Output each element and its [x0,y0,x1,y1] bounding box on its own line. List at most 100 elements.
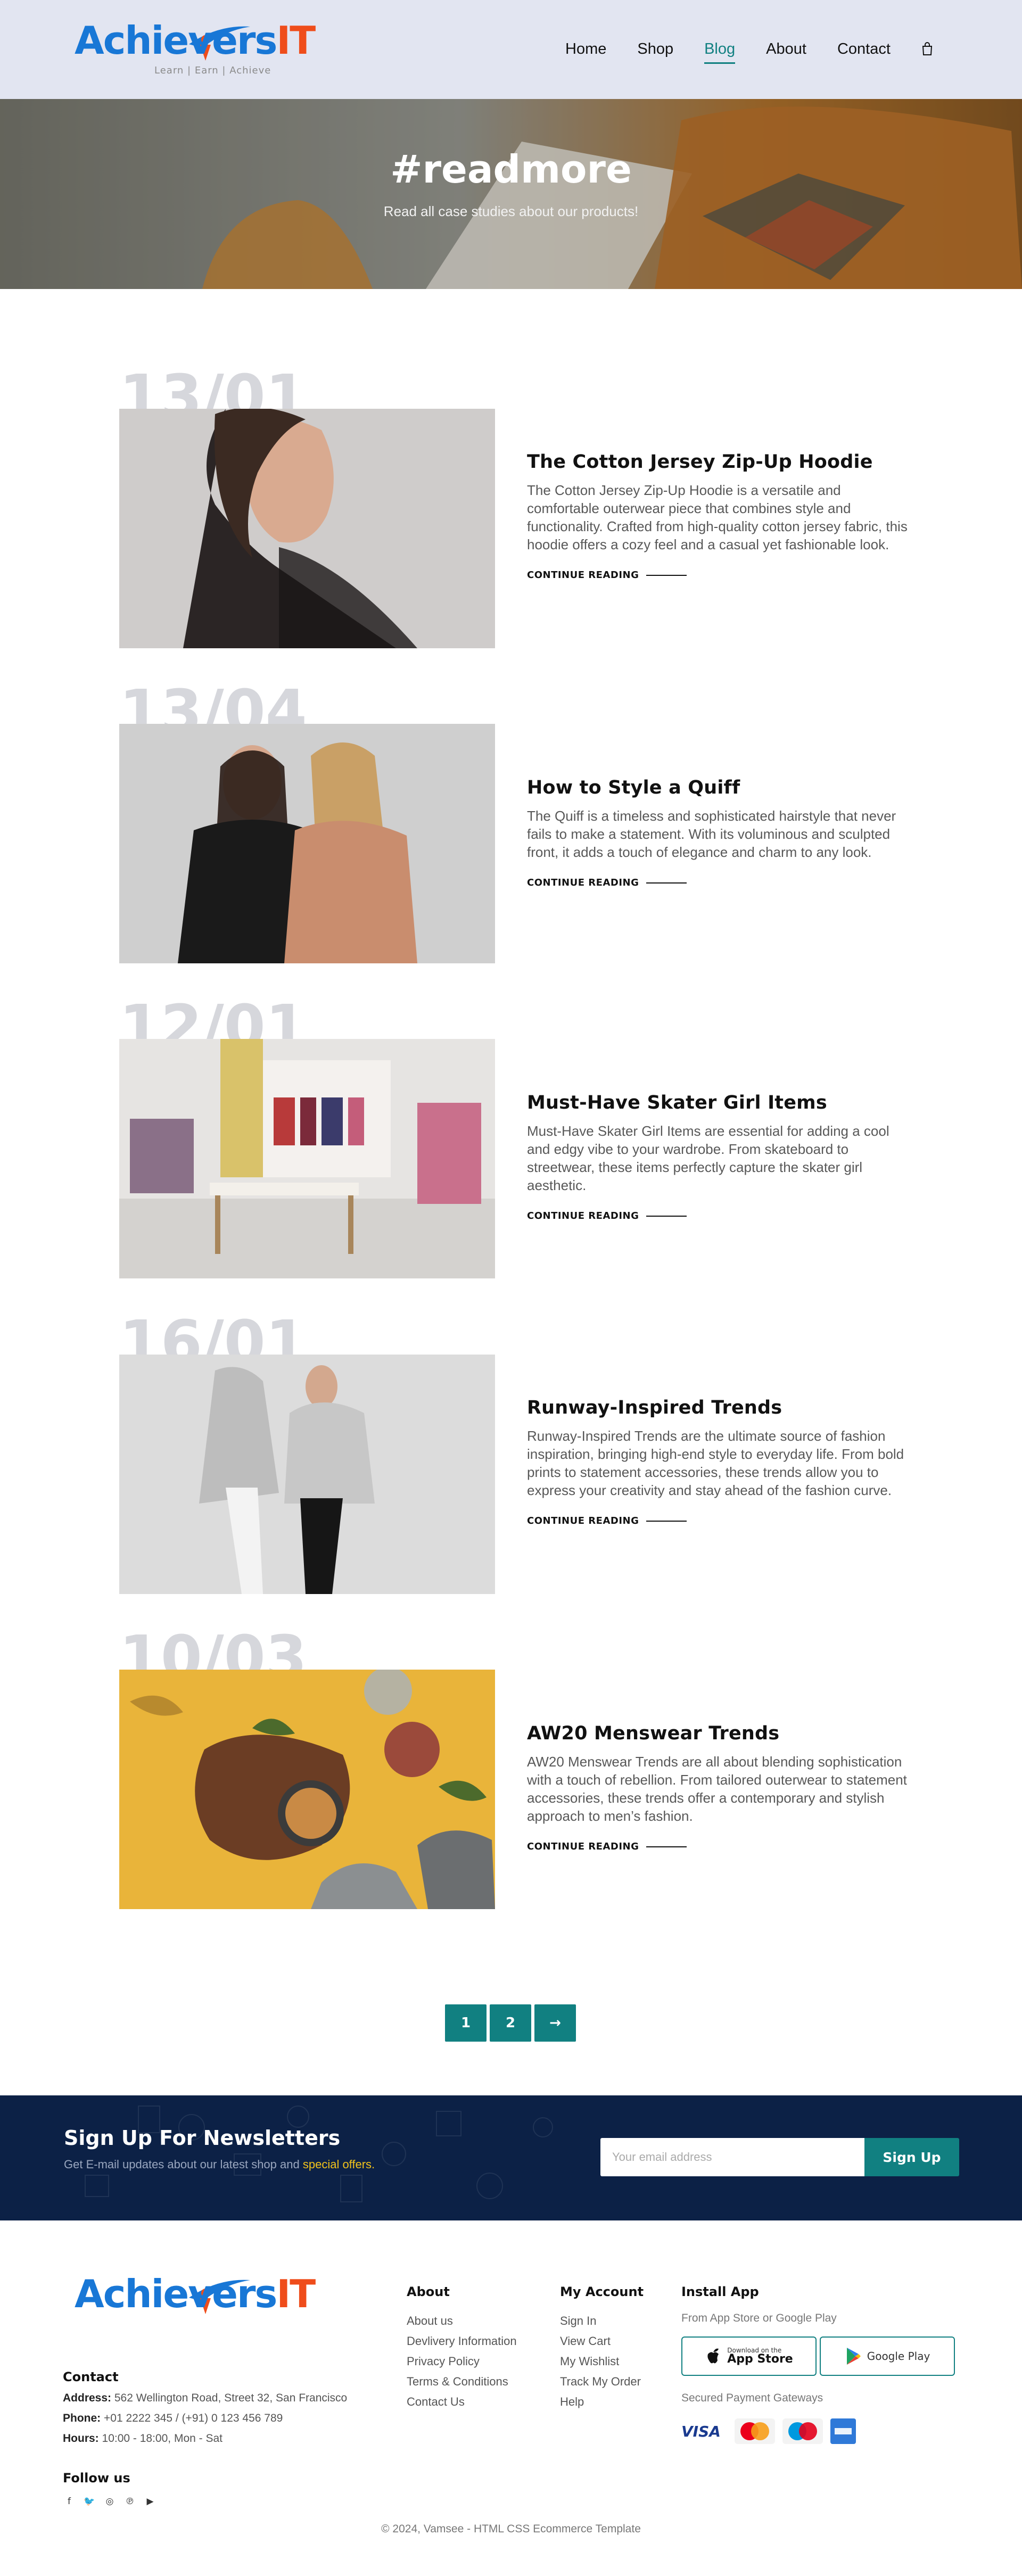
continue-reading-link[interactable]: CONTINUE READING [527,1210,910,1221]
copyright-text: © 2024, Vamsee - HTML CSS Ecommerce Temp… [381,2523,641,2535]
footer-link-about-us[interactable]: About us [407,2311,517,2331]
footer-link-track-order[interactable]: Track My Order [560,2372,644,2392]
footer-link-terms-conditions[interactable]: Terms & Conditions [407,2372,517,2392]
post-title[interactable]: Runway-Inspired Trends [527,1397,910,1418]
blog-post: 12/01 Must-Have Skater Girl Items Must-H… [119,997,910,1278]
continue-reading-link[interactable]: CONTINUE READING [527,569,910,581]
newsletter-subtitle: Get E-mail updates about our latest shop… [64,2158,375,2172]
youtube-icon[interactable]: ▶ [144,2495,156,2508]
pinterest-icon[interactable]: ℗ [123,2495,136,2508]
pagination: 1 2 → [445,2004,579,2042]
post-image-clothing-store [119,1039,495,1278]
post-title[interactable]: The Cotton Jersey Zip-Up Hoodie [527,451,910,473]
page-2-button[interactable]: 2 [490,2004,531,2042]
app-store-big-text: App Store [727,2352,793,2366]
nav-blog[interactable]: Blog [704,37,736,64]
social-links: f 🐦 ◎ ℗ ▶ [63,2495,164,2508]
blog-post: 16/01 Runway-Inspired Trends Runway-Insp… [119,1313,910,1594]
footer-logo[interactable]: AchieversIT [75,2274,316,2332]
logo-part-1: Achievers [75,2272,277,2316]
phone-label: Phone: [63,2412,101,2424]
continue-reading-link[interactable]: CONTINUE READING [527,877,910,888]
site-header: AchieversIT Learn | Earn | Achieve Home … [0,0,1022,99]
visa-wordmark: VISA [681,2423,721,2439]
post-image-two-women [119,724,495,963]
logo-part-2: IT [276,2272,316,2316]
logo-wordmark: AchieversIT [75,18,316,63]
post-title[interactable]: How to Style a Quiff [527,777,910,798]
contact-heading: Contact [63,2369,119,2384]
app-store-text: Download on the App Store [727,2347,793,2365]
continue-reading-link[interactable]: CONTINUE READING [527,1841,910,1852]
post-title[interactable]: Must-Have Skater Girl Items [527,1092,910,1113]
post-image[interactable] [119,1355,495,1594]
maestro-icon [782,2418,823,2444]
apple-icon [707,2348,719,2364]
continue-reading-label: CONTINUE READING [527,569,639,581]
nav-about[interactable]: About [766,37,806,61]
nav-shop[interactable]: Shop [637,37,673,61]
google-play-text: Google Play [867,2350,930,2363]
logo-part-2: IT [276,18,316,63]
install-subtitle: From App Store or Google Play [681,2312,837,2324]
newsletter-title: Sign Up For Newsletters [64,2126,341,2150]
post-image[interactable] [119,1670,495,1909]
link-underline [646,1520,687,1522]
address-label: Address: [63,2392,112,2404]
nav-contact[interactable]: Contact [837,37,891,61]
footer-link-delivery-information[interactable]: Devlivery Information [407,2331,517,2351]
post-body: AW20 Menswear Trends AW20 Menswear Trend… [527,1723,910,1852]
continue-reading-link[interactable]: CONTINUE READING [527,1515,910,1526]
post-image[interactable] [119,724,495,963]
post-image-runway-models [119,1355,495,1594]
post-image[interactable] [119,409,495,648]
blog-post: 10/03 AW20 Menswear Trends AW20 Menswear… [119,1628,910,1909]
address-value: 562 Wellington Road, Street 32, San Fran… [114,2392,348,2404]
post-excerpt: Must-Have Skater Girl Items are essentia… [527,1123,889,1193]
footer-link-privacy-policy[interactable]: Privacy Policy [407,2351,517,2372]
logo[interactable]: AchieversIT Learn | Earn | Achieve [75,15,316,81]
payment-methods: VISA [681,2418,958,2444]
footer-contact: Contact Address: 562 Wellington Road, St… [63,2369,347,2445]
google-play-icon [846,2348,861,2365]
post-excerpt: The Quiff is a timeless and sophisticate… [527,808,896,860]
footer-link-view-cart[interactable]: View Cart [560,2331,644,2351]
logo-part-1: Achievers [75,18,277,63]
hours-value: 10:00 - 18:00, Mon - Sat [102,2432,222,2445]
google-play-button[interactable]: Google Play [820,2336,955,2376]
footer-link-contact-us[interactable]: Contact Us [407,2392,517,2412]
phone-value: +01 2222 345 / (+91) 0 123 456 789 [104,2412,283,2424]
newsletter-highlight: special offers. [302,2158,375,2171]
post-title[interactable]: AW20 Menswear Trends [527,1723,910,1744]
instagram-icon[interactable]: ◎ [103,2495,116,2508]
continue-reading-label: CONTINUE READING [527,1210,639,1221]
logo-wordmark: AchieversIT [75,2272,316,2316]
footer-about-column: About About us Devlivery Information Pri… [407,2284,517,2412]
shopping-bag-icon[interactable] [921,42,933,56]
app-store-badges: Download on the App Store Google Play [681,2336,958,2376]
link-underline [646,574,687,576]
contact-hours: Hours: 10:00 - 18:00, Mon - Sat [63,2432,347,2445]
logo-tagline: Learn | Earn | Achieve [154,65,271,76]
mastercard-icon [735,2418,775,2444]
hero-background-image [0,99,1022,289]
main-nav: Home Shop Blog About Contact [565,37,933,64]
email-input[interactable] [600,2138,864,2176]
contact-address: Address: 562 Wellington Road, Street 32,… [63,2392,347,2405]
post-image[interactable] [119,1039,495,1278]
continue-reading-label: CONTINUE READING [527,1515,639,1526]
post-image-woman-portrait [119,409,495,648]
nav-home[interactable]: Home [565,37,606,61]
app-store-button[interactable]: Download on the App Store [681,2336,817,2376]
footer-link-my-wishlist[interactable]: My Wishlist [560,2351,644,2372]
follow-heading: Follow us [63,2471,130,2486]
sign-up-button[interactable]: Sign Up [864,2138,959,2176]
footer-link-help[interactable]: Help [560,2392,644,2412]
page-1-button[interactable]: 1 [445,2004,487,2042]
next-page-button[interactable]: → [534,2004,576,2042]
post-image-autumn-tea [119,1670,495,1909]
facebook-icon[interactable]: f [63,2495,76,2508]
twitter-icon[interactable]: 🐦 [83,2495,96,2508]
footer-link-sign-in[interactable]: Sign In [560,2311,644,2331]
continue-reading-label: CONTINUE READING [527,877,639,888]
